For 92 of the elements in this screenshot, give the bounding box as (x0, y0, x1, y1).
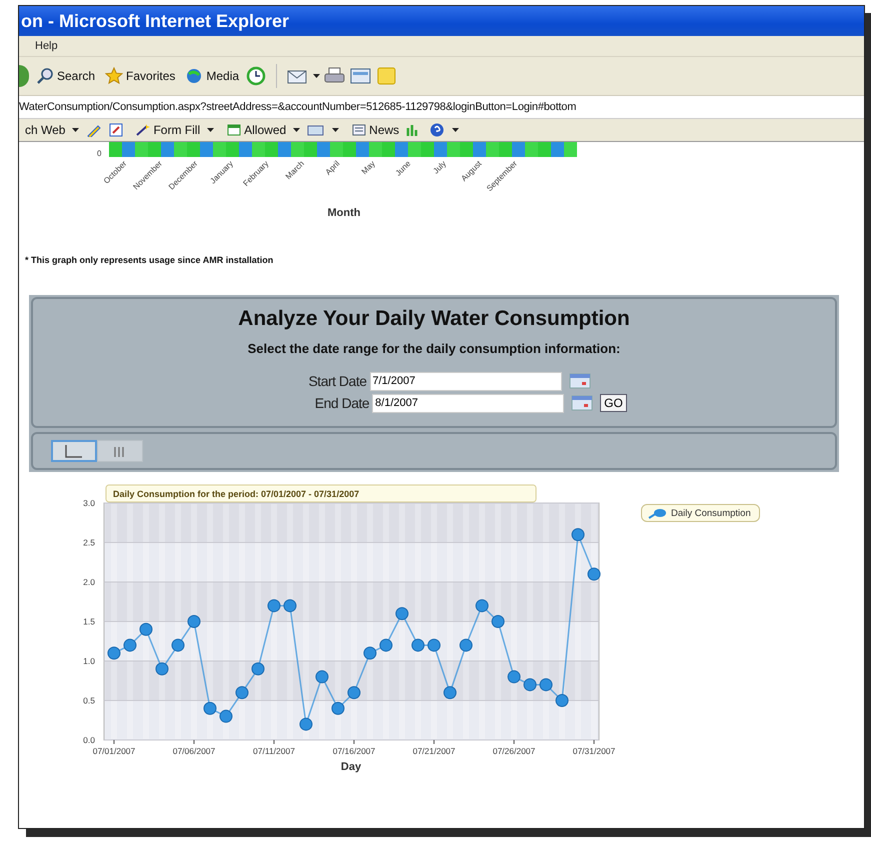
data-point (332, 702, 344, 715)
data-point (444, 686, 456, 700)
data-point (524, 678, 536, 692)
chart-title: Daily Consumption for the period: 07/01/2007 - 07/31/2007 (106, 484, 536, 502)
edit-icon[interactable] (350, 66, 372, 86)
data-point (172, 638, 184, 652)
data-point (460, 638, 472, 652)
data-point (316, 670, 328, 684)
panel-subtitle: Select the date range for the daily consumption information: (248, 341, 620, 356)
data-point (284, 599, 296, 612)
favorites-button[interactable]: Favorites (102, 65, 178, 87)
data-point (540, 678, 552, 692)
line-chart-icon (64, 444, 84, 458)
media-button[interactable]: Media (182, 65, 242, 87)
caret-icon[interactable] (313, 74, 320, 78)
star-icon (105, 67, 124, 85)
globe-icon (185, 67, 204, 85)
data-point (204, 702, 216, 715)
data-point (348, 686, 360, 700)
tick-label: 07/31/2007 (572, 746, 616, 756)
toolbar-link[interactable]: ch Web (25, 123, 66, 137)
wand-icon (136, 124, 150, 136)
tick-label: 0.5 (83, 696, 95, 706)
month-label: May (360, 159, 377, 176)
tick-label: 1.5 (83, 616, 95, 626)
back-button[interactable] (19, 65, 29, 87)
data-point (428, 638, 440, 652)
menu-item[interactable]: Help (35, 40, 58, 52)
caret-icon[interactable] (332, 128, 340, 132)
axis-title: Month (328, 207, 360, 219)
caret-icon[interactable] (293, 128, 300, 132)
newspaper-icon (352, 124, 366, 136)
legend-label: Daily Consumption (671, 508, 751, 518)
footnote: * This graph only represents usage since AMR installation (25, 255, 274, 265)
history-icon[interactable] (246, 66, 266, 86)
calendar-icon[interactable] (571, 395, 594, 411)
data-point (412, 638, 424, 652)
search-icon (36, 67, 54, 85)
field-label: End Date (314, 395, 370, 411)
bar-chart-toggle[interactable] (97, 440, 143, 462)
data-point (140, 622, 152, 636)
axis-label: 0 (97, 149, 102, 158)
tick-label: 07/26/2007 (492, 746, 536, 756)
toolbar-link[interactable]: Allowed (227, 123, 286, 137)
data-point (124, 638, 136, 652)
data-point (588, 568, 600, 581)
tick-label: 07/21/2007 (412, 746, 456, 756)
data-point (476, 599, 488, 612)
panel-title: Analyze Your Daily Water Consumption (238, 307, 630, 331)
help-icon[interactable] (429, 123, 446, 137)
data-point (156, 662, 168, 676)
caret-icon[interactable] (72, 128, 80, 132)
tick-label: 3.0 (83, 498, 95, 508)
data-point (220, 710, 232, 723)
pencil-icon[interactable] (109, 123, 124, 137)
data-point (508, 670, 520, 684)
tick-label: 0.0 (83, 735, 95, 745)
tick-label: 07/01/2007 (92, 746, 136, 756)
search-button[interactable]: Search (33, 65, 98, 87)
go-button[interactable]: GO (600, 394, 627, 412)
field-label: Start Date (307, 373, 366, 389)
caret-icon[interactable] (207, 128, 214, 132)
toolbar-link[interactable]: News (352, 123, 400, 137)
axis-title: Day (340, 761, 362, 773)
tick-label: 2.5 (83, 538, 95, 548)
data-point (300, 718, 312, 731)
tick-label: 2.0 (83, 577, 95, 587)
data-point (380, 638, 392, 652)
data-point (252, 662, 264, 676)
chart-title: Daily Consumption for the period: 07/01/2007 - 07/31/2007 (113, 489, 360, 499)
tick-label: 07/11/2007 (253, 746, 295, 756)
data-point (364, 646, 376, 660)
data-point (236, 686, 248, 700)
date-field[interactable]: 7/1/2007 (370, 372, 562, 390)
tick-label: 07/06/2007 (172, 746, 216, 756)
toolbar-link[interactable]: Form Fill (136, 123, 200, 137)
address-field[interactable]: WaterConsumption/Consumption.aspx?streetAddress=&accountNumber=512685-1129798&loginButton=Login#bottom (19, 101, 576, 113)
date-field[interactable]: 8/1/2007 (372, 394, 564, 412)
window-icon (227, 124, 242, 136)
window-title: on - Microsoft Internet Explorer (20, 10, 290, 32)
caret-icon[interactable] (452, 128, 460, 132)
line-chart-toggle[interactable] (51, 440, 97, 462)
data-point (268, 599, 280, 612)
highlighter-icon[interactable] (86, 123, 102, 137)
tick-label: 1.0 (83, 656, 95, 666)
data-point (396, 607, 408, 620)
data-point (572, 528, 584, 542)
calendar-icon[interactable] (568, 373, 590, 389)
line-series-icon (648, 507, 668, 519)
month-label: July (431, 159, 448, 176)
tick-label: 07/16/2007 (332, 746, 376, 756)
data-point (108, 646, 120, 660)
